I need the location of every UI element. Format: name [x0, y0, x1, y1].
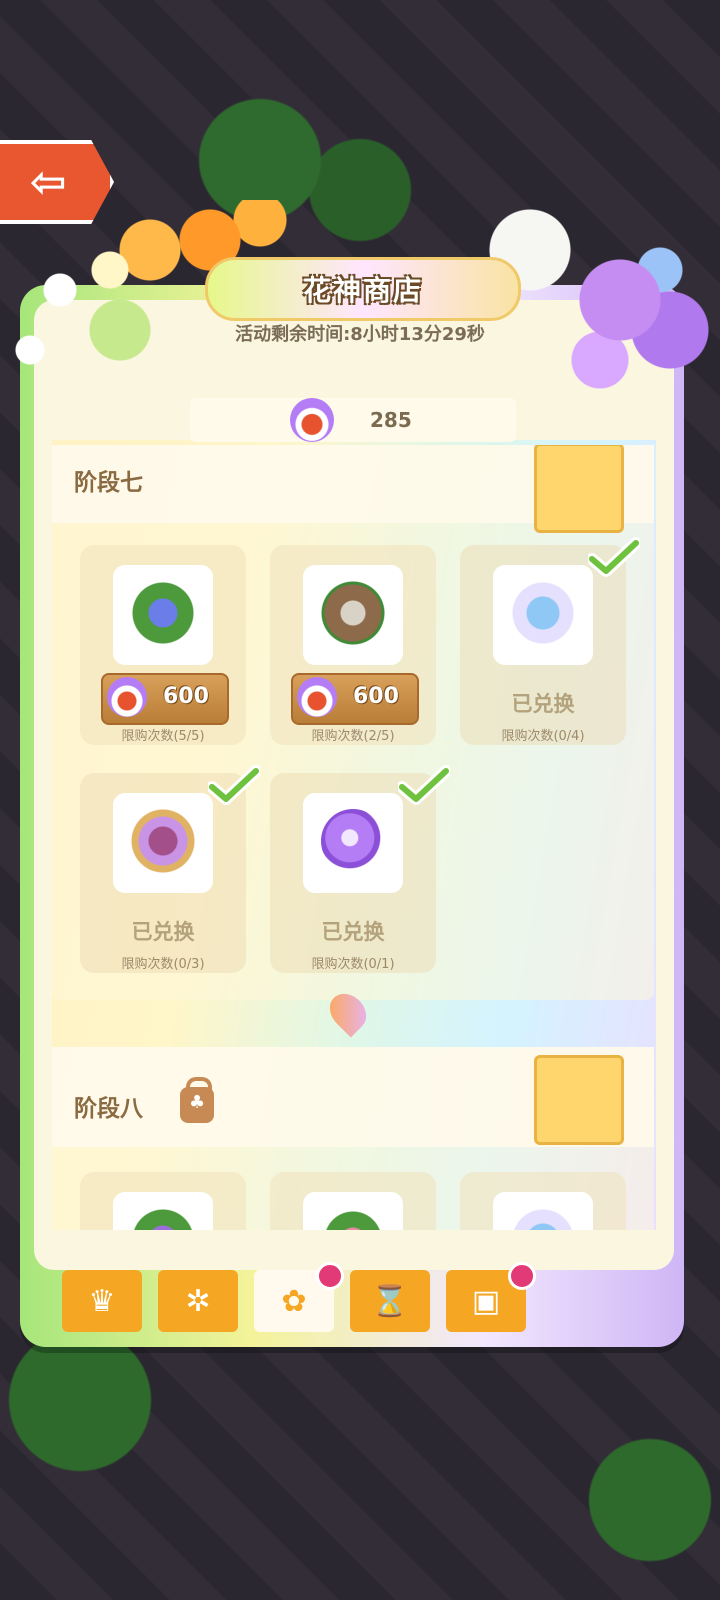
shop-item-blue-flower-trellis[interactable]: 600 限购次数(5/5) [80, 545, 246, 745]
item-thumbnail [113, 565, 213, 665]
purchase-limit: 限购次数(0/1) [311, 957, 395, 972]
title-plate: 花神商店 [205, 257, 521, 321]
shop-item-locked[interactable] [270, 1172, 436, 1230]
stage8-header: 阶段八 [52, 1047, 654, 1147]
stage7-header: 阶段七 [52, 445, 654, 533]
event-timer: 活动剩余时间:8小时13分29秒 [235, 324, 485, 345]
item-thumbnail [113, 1192, 213, 1230]
lock-icon [180, 1077, 214, 1123]
notification-dot [508, 1262, 536, 1290]
flower-token-icon [297, 677, 337, 717]
shop-item-flower-basket[interactable]: 已兑换 限购次数(0/3) [80, 765, 260, 973]
stage8-reward-box[interactable] [534, 1055, 624, 1145]
item-thumbnail [493, 565, 593, 665]
shop-item-blue-flower-cake[interactable]: 已兑换 限购次数(0/4) [460, 537, 640, 745]
page-title: 花神商店 [302, 274, 423, 307]
shop-bag-icon: ✿ [281, 1283, 307, 1319]
shop-item-locked[interactable] [460, 1172, 626, 1230]
tab-hourglass[interactable]: ⌛ [350, 1270, 430, 1332]
stage8-title: 阶段八 [74, 1096, 143, 1122]
currency-value: 285 [370, 408, 412, 432]
stage7-section: 阶段七 600 限购次数(5/5) 600 限购次数(2/5) 已兑换 限购次数… [52, 445, 654, 1000]
shop-scroll-area[interactable]: 阶段七 600 限购次数(5/5) 600 限购次数(2/5) 已兑换 限购次数… [52, 445, 656, 1230]
item-thumbnail [303, 1192, 403, 1230]
tab-pinwheel[interactable]: ✲ [158, 1270, 238, 1332]
item-thumbnail [493, 1192, 593, 1230]
shop-item-purple-orb[interactable]: 已兑换 限购次数(0/1) [270, 765, 450, 973]
stage8-section: 阶段八 [52, 1047, 654, 1230]
hourglass-icon: ⌛ [371, 1283, 409, 1319]
price-value: 600 [353, 684, 399, 709]
shop-item-tub-fountain[interactable]: 600 限购次数(2/5) [270, 545, 436, 745]
purchase-limit: 限购次数(0/4) [501, 729, 585, 744]
stage7-title: 阶段七 [74, 470, 143, 496]
gift-icon: ▣ [471, 1283, 501, 1319]
check-icon [398, 765, 450, 805]
notification-dot [316, 1262, 344, 1290]
flower-token-icon [107, 677, 147, 717]
check-icon [588, 537, 640, 577]
item-thumbnail [303, 793, 403, 893]
stage7-reward-box[interactable] [534, 445, 624, 533]
item-thumbnail [113, 793, 213, 893]
currency-bar [190, 398, 516, 442]
item-thumbnail [303, 565, 403, 665]
redeemed-label: 已兑换 [511, 692, 575, 716]
buy-button[interactable]: 600 [291, 673, 419, 725]
bottom-tab-bar: ♛ ✲ ✿ ⌛ ▣ [48, 1262, 658, 1342]
buy-button[interactable]: 600 [101, 673, 229, 725]
purchase-limit: 限购次数(5/5) [121, 729, 205, 744]
check-icon [208, 765, 260, 805]
crown-icon: ♛ [88, 1283, 116, 1319]
redeemed-label: 已兑换 [131, 920, 195, 944]
tab-crown[interactable]: ♛ [62, 1270, 142, 1332]
pinwheel-icon: ✲ [185, 1283, 211, 1319]
redeemed-label: 已兑换 [321, 920, 385, 944]
shop-item-locked[interactable] [80, 1172, 246, 1230]
flower-token-icon [290, 398, 334, 442]
purchase-limit: 限购次数(2/5) [311, 729, 395, 744]
purchase-limit: 限购次数(0/3) [121, 957, 205, 972]
price-value: 600 [163, 684, 209, 709]
